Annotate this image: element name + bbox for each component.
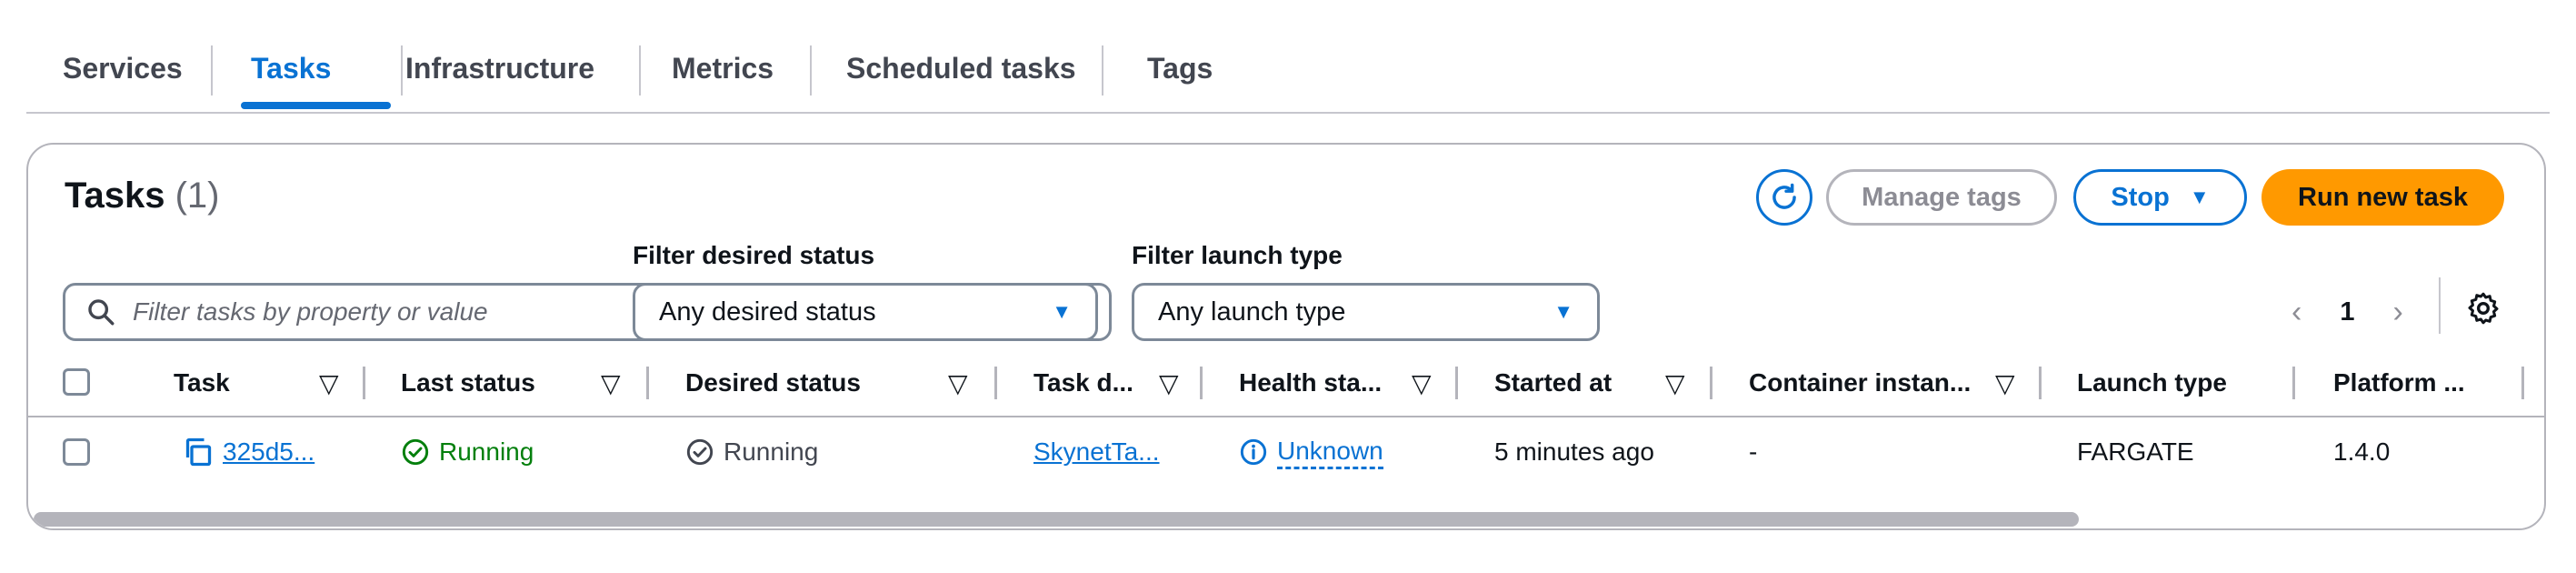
desired-status-value: Any desired status — [659, 297, 876, 327]
last-status-text: Running — [439, 437, 534, 466]
column-header-label: Task — [174, 368, 230, 397]
last-status-cell: Running — [401, 416, 534, 488]
desired-status-label: Filter desired status — [633, 241, 875, 269]
copy-icon[interactable] — [181, 436, 214, 468]
column-header-label: Platform ... — [2333, 368, 2465, 397]
container-instance-cell: - — [1749, 437, 1758, 466]
column-header-health-status[interactable]: Health sta... — [1239, 350, 1382, 416]
sort-icon[interactable]: ▽ — [601, 350, 621, 416]
launch-type-value: Any launch type — [1158, 297, 1346, 327]
launch-type-cell: FARGATE — [2077, 437, 2194, 466]
column-header-container-instance[interactable]: Container instan... — [1749, 350, 1971, 416]
sort-icon[interactable]: ▽ — [1159, 350, 1179, 416]
column-divider — [1455, 367, 1458, 399]
task-definition-cell: SkynetTa... — [1033, 416, 1160, 488]
tab-infrastructure[interactable]: Infrastructure — [405, 50, 594, 86]
task-count: (1) — [175, 176, 220, 216]
column-divider — [1710, 367, 1712, 399]
tab-divider — [810, 45, 812, 96]
tab-divider — [1102, 45, 1103, 96]
tab-bar: Services Tasks Infrastructure Metrics Sc… — [26, 0, 2550, 114]
tab-tasks[interactable]: Tasks — [251, 50, 331, 86]
desired-status-select[interactable]: Any desired status ▼ — [633, 283, 1098, 341]
select-all-checkbox[interactable] — [63, 368, 90, 396]
task-definition-link[interactable]: SkynetTa... — [1033, 437, 1160, 467]
pager-divider — [2439, 277, 2441, 334]
column-header-task-definition[interactable]: Task d... — [1033, 350, 1133, 416]
column-divider — [646, 367, 649, 399]
pagination: ‹ 1 › — [2291, 292, 2403, 332]
column-header-label: Desired status — [685, 368, 861, 397]
column-header-platform[interactable]: Platform ... — [2333, 350, 2465, 416]
tab-divider — [639, 45, 641, 96]
caret-down-icon: ▼ — [1553, 300, 1573, 323]
task-id-link[interactable]: 325d5... — [223, 437, 315, 467]
active-tab-indicator — [241, 102, 391, 109]
desired-status-text: Running — [724, 437, 819, 466]
column-header-label: Health sta... — [1239, 368, 1383, 397]
column-header-label: Started at — [1494, 368, 1612, 397]
tab-services[interactable]: Services — [63, 50, 183, 86]
column-header-task[interactable]: Task — [174, 350, 230, 416]
sort-icon[interactable]: ▽ — [1665, 350, 1685, 416]
page-number[interactable]: 1 — [2340, 297, 2354, 327]
column-divider — [2521, 367, 2524, 399]
column-header-launch-type[interactable]: Launch type — [2077, 350, 2227, 416]
refresh-icon — [1772, 183, 1796, 209]
sort-icon[interactable]: ▽ — [1412, 350, 1432, 416]
run-new-task-button[interactable]: Run new task — [2261, 169, 2504, 226]
tab-metrics[interactable]: Metrics — [672, 50, 774, 86]
column-header-desired-status[interactable]: Desired status — [685, 350, 861, 416]
column-divider — [2039, 367, 2042, 399]
check-circle-icon — [686, 438, 714, 466]
task-cell: 325d5... — [181, 416, 315, 488]
sort-icon[interactable]: ▽ — [948, 350, 968, 416]
desired-status-cell: Running — [685, 416, 818, 488]
launch-type-select[interactable]: Any launch type ▼ — [1132, 283, 1600, 341]
stop-button[interactable]: Stop ▼ — [2073, 169, 2247, 226]
tab-scheduled-tasks[interactable]: Scheduled tasks — [846, 50, 1076, 86]
sort-icon[interactable]: ▽ — [1995, 350, 2015, 416]
panel-title: Tasks (1) — [65, 176, 219, 216]
table-header: Task ▽ Last status ▽ Desired status ▽ Ta… — [28, 350, 2544, 417]
gear-icon[interactable] — [2465, 290, 2501, 327]
next-page-icon[interactable]: › — [2392, 295, 2402, 330]
sort-icon[interactable]: ▽ — [319, 350, 339, 416]
health-status-popover-trigger[interactable]: Unknown — [1277, 436, 1383, 469]
health-status-cell: Unknown — [1239, 416, 1383, 488]
column-divider — [1200, 367, 1203, 399]
success-check-icon — [402, 438, 429, 466]
search-icon — [85, 296, 118, 328]
tab-divider — [211, 45, 213, 96]
column-divider — [363, 367, 365, 399]
caret-down-icon: ▼ — [1052, 300, 1072, 323]
tab-divider — [401, 45, 403, 96]
tab-tags[interactable]: Tags — [1147, 50, 1213, 86]
caret-down-icon: ▼ — [2189, 186, 2210, 208]
started-at-cell: 5 minutes ago — [1494, 437, 1654, 466]
platform-version-cell: 1.4.0 — [2333, 437, 2391, 466]
column-header-label: Container instan... — [1749, 368, 1972, 397]
panel-title-text: Tasks — [65, 176, 165, 216]
column-divider — [994, 367, 997, 399]
table-row: 325d5... Running Running SkynetTa... Unk… — [28, 416, 2544, 488]
horizontal-scrollbar[interactable] — [34, 512, 2079, 527]
info-icon — [1240, 438, 1267, 466]
column-header-label: Launch type — [2077, 368, 2227, 397]
refresh-button[interactable] — [1756, 169, 1812, 226]
launch-type-label: Filter launch type — [1132, 241, 1343, 269]
manage-tags-button[interactable]: Manage tags — [1826, 169, 2057, 226]
tasks-panel: Tasks (1) Manage tags Stop ▼ Run new tas… — [26, 143, 2546, 530]
row-checkbox[interactable] — [63, 438, 90, 466]
column-header-label: Last status — [401, 368, 535, 397]
column-header-label: Task d... — [1033, 368, 1133, 397]
stop-button-label: Stop — [2111, 182, 2170, 212]
column-divider — [2292, 367, 2295, 399]
column-header-started-at[interactable]: Started at — [1494, 350, 1612, 416]
column-header-last-status[interactable]: Last status — [401, 350, 535, 416]
previous-page-icon[interactable]: ‹ — [2291, 295, 2301, 330]
